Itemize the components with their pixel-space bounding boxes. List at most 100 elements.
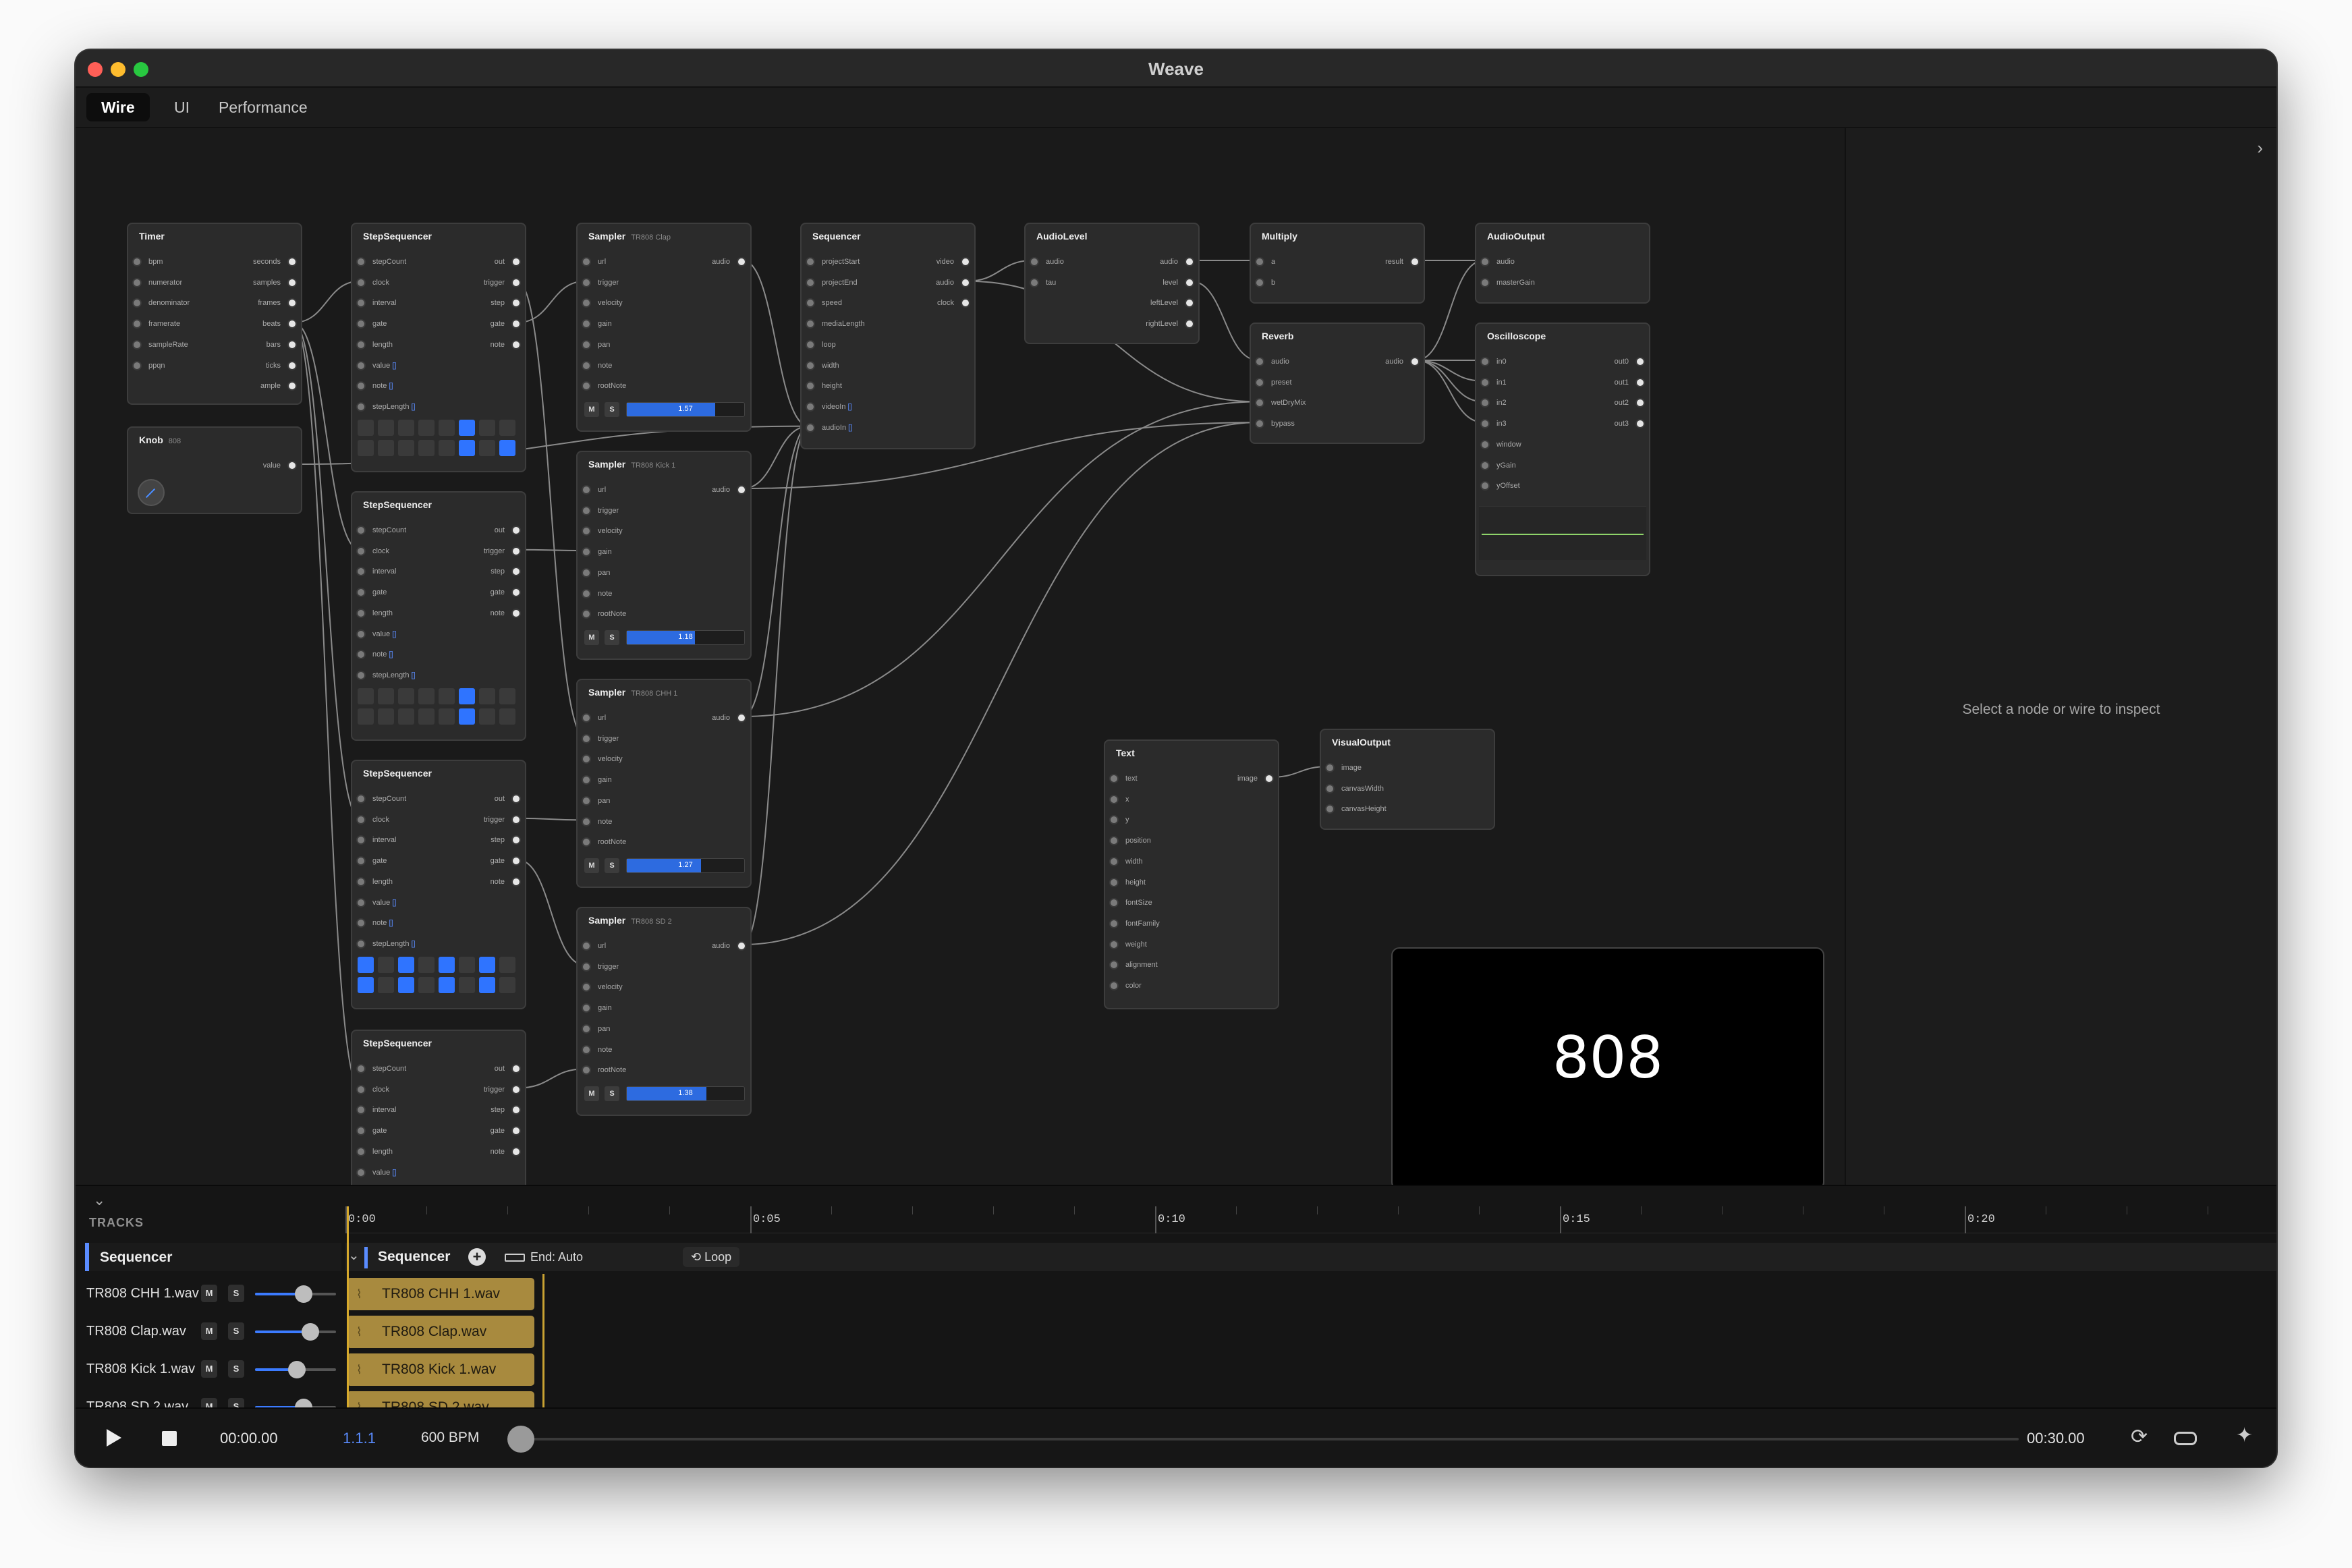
output-port-beats[interactable] <box>287 319 297 329</box>
wire[interactable] <box>1416 360 1484 424</box>
scrubber-track[interactable] <box>507 1426 2019 1453</box>
step-cell[interactable] <box>439 440 455 456</box>
wire[interactable] <box>1416 260 1484 361</box>
input-port-clock[interactable] <box>356 814 366 824</box>
step-cell[interactable] <box>358 440 374 456</box>
step-cell[interactable] <box>358 420 374 436</box>
output-port-seconds[interactable] <box>287 257 297 267</box>
output-port-audio[interactable] <box>961 277 970 287</box>
input-port-note[interactable] <box>356 650 366 660</box>
input-port-audio[interactable] <box>1030 257 1039 267</box>
node-multiply[interactable]: Multiply a b result <box>1250 223 1425 304</box>
input-port-clock[interactable] <box>356 546 366 556</box>
output-port-video[interactable] <box>961 257 970 267</box>
output-port-audio[interactable] <box>737 257 746 267</box>
node-audiolevel[interactable]: AudioLevel audio tau audio level leftLevel rig… <box>1024 223 1200 344</box>
input-port-rootNote[interactable] <box>582 381 591 391</box>
input-port-length[interactable] <box>356 608 366 618</box>
input-port-length[interactable] <box>356 876 366 887</box>
node-sequencer[interactable]: Sequencer projectStart projectEnd speed medi… <box>800 223 976 449</box>
input-port-interval[interactable] <box>356 567 366 577</box>
volume-knob[interactable] <box>295 1285 312 1303</box>
step-cell[interactable] <box>439 977 455 993</box>
step-cell[interactable] <box>479 977 495 993</box>
input-port-audioIn[interactable] <box>806 422 815 432</box>
track-volume-slider[interactable] <box>255 1361 336 1378</box>
output-port-audio[interactable] <box>737 941 746 951</box>
input-port-value[interactable] <box>356 629 366 639</box>
input-port-in3[interactable] <box>1480 419 1490 429</box>
output-port-audio[interactable] <box>1410 357 1420 366</box>
input-port-gate[interactable] <box>356 319 366 329</box>
output-port-image[interactable] <box>1264 774 1274 783</box>
output-port-out0[interactable] <box>1635 357 1645 366</box>
node-reverb[interactable]: Reverb audio preset wetDryMix bypass audio <box>1250 323 1425 444</box>
input-port-stepLength[interactable] <box>356 939 366 949</box>
input-port-interval[interactable] <box>356 298 366 308</box>
input-port-value[interactable] <box>356 897 366 907</box>
step-cell[interactable] <box>358 957 374 973</box>
input-port-url[interactable] <box>582 941 591 951</box>
track-row[interactable]: TR808 Clap.wav M S ⌇ TR808 Clap.wav <box>76 1314 2276 1349</box>
input-port-a[interactable] <box>1255 257 1264 267</box>
mute-button[interactable]: M <box>584 1086 599 1101</box>
solo-button[interactable]: S <box>605 630 619 645</box>
input-port-gate[interactable] <box>356 856 366 866</box>
output-port-out[interactable] <box>511 526 521 535</box>
gain-slider[interactable]: 1.18 <box>626 630 745 645</box>
output-port-samples[interactable] <box>287 277 297 287</box>
input-port-b[interactable] <box>1255 277 1264 287</box>
input-port-stepLength[interactable] <box>356 401 366 412</box>
input-port-trigger[interactable] <box>582 277 591 287</box>
node-seq4[interactable]: StepSequencer stepCount clock interval gate l… <box>351 1030 526 1185</box>
output-port-result[interactable] <box>1410 257 1420 267</box>
output-port-trigger[interactable] <box>511 546 521 556</box>
input-port-clock[interactable] <box>356 277 366 287</box>
input-port-note[interactable] <box>582 1044 591 1055</box>
mute-button[interactable]: M <box>584 858 599 873</box>
input-port-stepCount[interactable] <box>356 1064 366 1073</box>
node-oscilloscope[interactable]: Oscilloscope in0 in1 in2 in3 window yGain yOffs… <box>1475 323 1650 576</box>
track-row[interactable]: TR808 Kick 1.wav M S ⌇ TR808 Kick 1.wav <box>76 1352 2276 1387</box>
step-cell[interactable] <box>418 977 435 993</box>
input-port-height[interactable] <box>806 381 815 391</box>
output-port-out3[interactable] <box>1635 419 1645 429</box>
input-port-pan[interactable] <box>582 1024 591 1034</box>
step-cell[interactable] <box>418 708 435 725</box>
step-cell[interactable] <box>439 688 455 704</box>
input-port-url[interactable] <box>582 257 591 267</box>
wire[interactable] <box>517 549 586 552</box>
output-port-rightLevel[interactable] <box>1185 319 1194 329</box>
input-port-url[interactable] <box>582 485 591 495</box>
node-audioout[interactable]: AudioOutput audio masterGain <box>1475 223 1650 304</box>
input-port-alignment[interactable] <box>1109 960 1119 970</box>
step-cell[interactable] <box>398 420 414 436</box>
input-port-audio[interactable] <box>1255 357 1264 366</box>
input-port-weight[interactable] <box>1109 939 1119 949</box>
node-seq2[interactable]: StepSequencer stepCount clock interval gate l… <box>351 491 526 741</box>
input-port-clock[interactable] <box>356 1084 366 1094</box>
input-port-in1[interactable] <box>1480 377 1490 387</box>
mute-button[interactable]: M <box>584 402 599 417</box>
wire-canvas[interactable]: Timer bpm numerator denominator framerate sam… <box>76 128 1845 1185</box>
step-cell[interactable] <box>459 688 475 704</box>
wire[interactable] <box>1416 360 1484 382</box>
step-cell[interactable] <box>479 688 495 704</box>
loop-button[interactable]: ⟲ Loop <box>683 1247 740 1267</box>
step-cell[interactable] <box>378 977 394 993</box>
output-port-ticks[interactable] <box>287 360 297 370</box>
tab-ui[interactable]: UI <box>159 93 204 121</box>
output-port-note[interactable] <box>511 1146 521 1156</box>
tab-performance[interactable]: Performance <box>204 93 323 121</box>
input-port-note[interactable] <box>582 588 591 598</box>
input-port-speed[interactable] <box>806 298 815 308</box>
input-port-length[interactable] <box>356 1146 366 1156</box>
input-port-audio[interactable] <box>1480 257 1490 267</box>
wire[interactable] <box>742 425 810 717</box>
output-port-out[interactable] <box>511 257 521 267</box>
mute-button[interactable]: M <box>584 630 599 645</box>
volume-knob[interactable] <box>288 1361 306 1378</box>
input-port-videoIn[interactable] <box>806 401 815 412</box>
repeat-icon[interactable]: ⟳ <box>2131 1425 2148 1449</box>
input-port-bypass[interactable] <box>1255 419 1264 429</box>
